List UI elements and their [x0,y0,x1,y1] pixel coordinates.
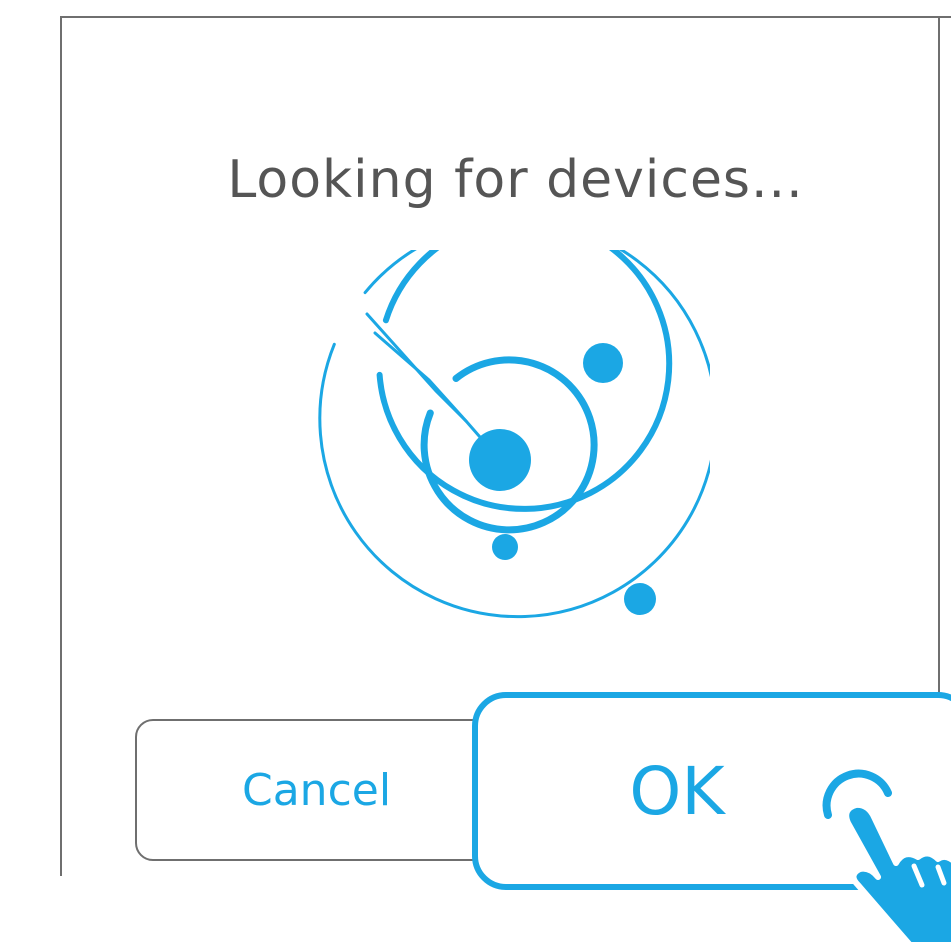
tap-hand-icon [822,769,951,946]
ok-button-label: OK [629,752,725,830]
radar-search-icon [318,250,710,619]
cancel-button[interactable]: Cancel [135,719,495,861]
dialog-title: Looking for devices... [227,150,804,210]
cancel-button-label: Cancel [242,764,392,816]
dialog-border-right [938,16,940,694]
screen: Looking for devices... Cancel OK [0,0,951,946]
